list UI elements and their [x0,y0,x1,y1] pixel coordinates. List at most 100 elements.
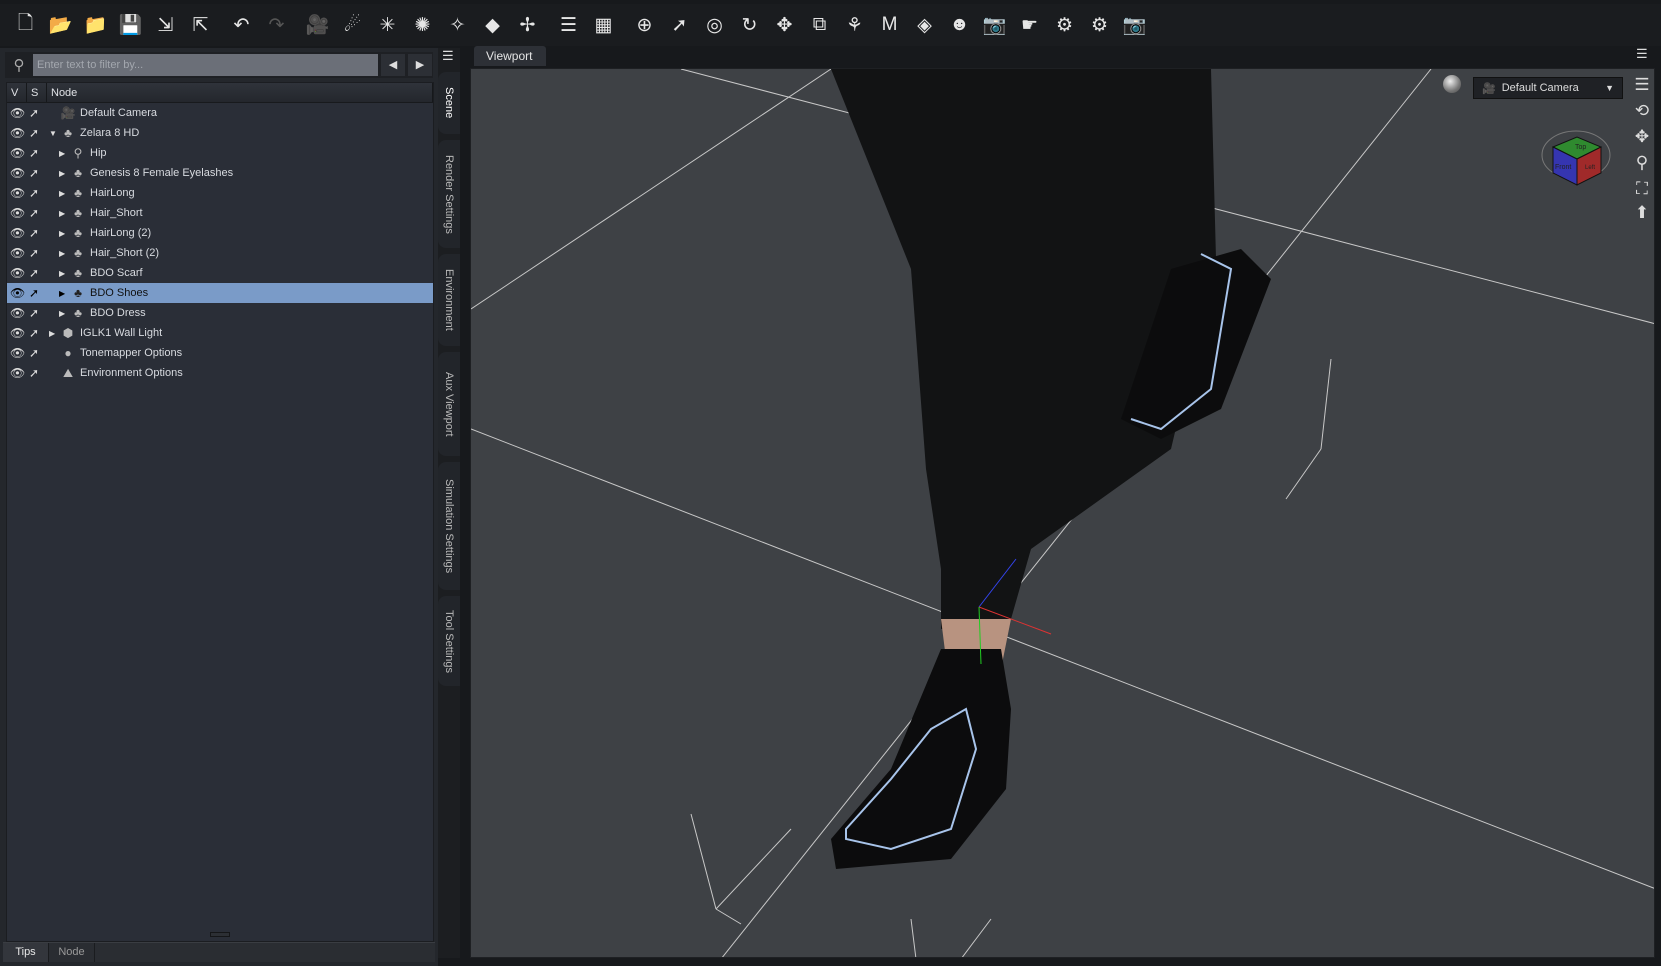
previous-button[interactable]: ◀ [381,54,405,76]
selectable-arrow-icon[interactable]: ➚ [29,166,49,180]
visibility-eye-icon[interactable]: 👁 [7,326,29,340]
tree-row[interactable]: 👁 ➚ ▶ ♣ BDO Dress [7,303,433,323]
expander-expanded-icon[interactable]: ▼ [49,129,59,138]
search-icon[interactable]: ⚲ [5,56,33,74]
grid-icon[interactable]: ▦ [586,8,621,42]
viewport-menu-icon[interactable]: ☰ [1631,75,1653,97]
export-icon[interactable]: ⇱ [183,8,218,42]
visibility-eye-icon[interactable]: 👁 [7,206,29,220]
selectable-arrow-icon[interactable]: ➚ [29,126,49,140]
selectable-arrow-icon[interactable]: ➚ [29,226,49,240]
spot-light-icon[interactable]: ✳ [370,8,405,42]
visibility-eye-icon[interactable]: 👁 [7,226,29,240]
visibility-eye-icon[interactable]: 👁 [7,186,29,200]
tree-row[interactable]: 👁 ➚ ▶ ⬢ IGLK1 Wall Light [7,323,433,343]
tab-tips[interactable]: Tips [3,943,49,962]
tab-simulation-settings[interactable]: Simulation Settings [438,462,460,590]
tab-environment[interactable]: Environment [438,254,460,346]
viewport[interactable]: 🎥 Default Camera ▼ ☰ ⟲ ✥ ⚲ ⛶ ⬆ Top Front L… [470,68,1655,958]
selectable-arrow-icon[interactable]: ➚ [29,346,49,360]
import-icon[interactable]: ⇲ [148,8,183,42]
tree-row[interactable]: 👁 ➚ ▶ ♣ Hair_Short [7,203,433,223]
save-icon[interactable]: 💾 [113,8,148,42]
selectable-arrow-icon[interactable]: ➚ [29,146,49,160]
next-button[interactable]: ▶ [408,54,432,76]
expander-collapsed-icon[interactable]: ▶ [59,249,69,258]
pan-icon[interactable]: ✥ [1631,127,1653,149]
visibility-eye-icon[interactable]: 👁 [7,266,29,280]
selectable-arrow-icon[interactable]: ➚ [29,206,49,220]
figure-icon[interactable]: ☻ [942,8,977,42]
expander-collapsed-icon[interactable]: ▶ [59,189,69,198]
new-file-icon[interactable]: 🗋 [8,8,43,42]
expander-collapsed-icon[interactable]: ▶ [59,169,69,178]
node-select-icon[interactable]: ➚ [662,8,697,42]
pane-menu-icon[interactable]: ☰ [442,48,454,64]
morph-icon[interactable]: M [872,8,907,42]
translate-icon[interactable]: ✥ [767,8,802,42]
tree-row[interactable]: 👁 ➚ 🎥 Default Camera [7,103,433,123]
tree-row[interactable]: 👁 ➚ ● Tonemapper Options [7,343,433,363]
selectable-arrow-icon[interactable]: ➚ [29,106,49,120]
frame-icon[interactable]: ⛶ [1631,179,1653,201]
tree-row[interactable]: 👁 ➚ ⛰ Environment Options [7,363,433,383]
tree-row[interactable]: 👁 ➚ ▶ ♣ HairLong [7,183,433,203]
filter-input[interactable] [33,54,378,76]
expander-collapsed-icon[interactable]: ▶ [59,269,69,278]
point-light-icon[interactable]: ✺ [405,8,440,42]
tree-row[interactable]: 👁 ➚ ▶ ⚲ Hip [7,143,433,163]
visibility-eye-icon[interactable]: 👁 [7,106,29,120]
tree-row[interactable]: 👁 ➚ ▼ ♣ Zelara 8 HD [7,123,433,143]
expander-collapsed-icon[interactable]: ▶ [59,229,69,238]
selectable-arrow-icon[interactable]: ➚ [29,186,49,200]
undo-icon[interactable]: ↶ [224,8,259,42]
tree-row[interactable]: 👁 ➚ ▶ ♣ BDO Scarf [7,263,433,283]
scale-icon[interactable]: ⧉ [802,8,837,42]
expander-collapsed-icon[interactable]: ▶ [59,209,69,218]
draw-style-icon[interactable] [1443,75,1461,93]
viewport-pane-menu-icon[interactable]: ☰ [1636,46,1648,62]
expander-collapsed-icon[interactable]: ▶ [49,329,59,338]
column-selectable[interactable]: S [27,83,47,102]
visibility-eye-icon[interactable]: 👁 [7,246,29,260]
column-node[interactable]: Node [47,83,433,102]
linear-light-icon[interactable]: ✧ [440,8,475,42]
tab-tool-settings[interactable]: Tool Settings [438,596,460,686]
column-visible[interactable]: V [7,83,27,102]
rotate-icon[interactable]: ↻ [732,8,767,42]
open-icon[interactable]: 📂 [43,8,78,42]
visibility-eye-icon[interactable]: 👁 [7,146,29,160]
tree-row[interactable]: 👁 ➚ ▶ ♣ Hair_Short (2) [7,243,433,263]
reset-view-icon[interactable]: ⬆ [1631,203,1653,225]
render-icon[interactable]: ⚙ [1082,8,1117,42]
expander-collapsed-icon[interactable]: ▶ [59,289,69,298]
resize-handle[interactable] [210,932,230,937]
primitive-icon[interactable]: ◆ [475,8,510,42]
tree-row[interactable]: 👁 ➚ ▶ ♣ BDO Shoes [7,283,433,303]
selectable-arrow-icon[interactable]: ➚ [29,326,49,340]
tab-render-settings[interactable]: Render Settings [438,140,460,248]
zoom-icon[interactable]: ⚲ [1631,153,1653,175]
visibility-eye-icon[interactable]: 👁 [7,306,29,320]
distant-light-icon[interactable]: ☄ [335,8,370,42]
visibility-eye-icon[interactable]: 👁 [7,286,29,300]
active-pose-icon[interactable]: ☛ [1012,8,1047,42]
orbit-icon[interactable]: ⟲ [1631,101,1653,123]
expander-collapsed-icon[interactable]: ▶ [59,309,69,318]
open-folder-icon[interactable]: 📁 [78,8,113,42]
redo-icon[interactable]: ↷ [259,8,294,42]
tab-scene[interactable]: Scene [438,72,460,134]
tab-viewport[interactable]: Viewport [474,46,546,66]
rotate-tool-icon[interactable]: ◎ [697,8,732,42]
tab-aux-viewport[interactable]: Aux Viewport [438,352,460,456]
expander-collapsed-icon[interactable]: ▶ [59,149,69,158]
visibility-eye-icon[interactable]: 👁 [7,366,29,380]
selectable-arrow-icon[interactable]: ➚ [29,286,49,300]
visibility-eye-icon[interactable]: 👁 [7,346,29,360]
render-settings-icon[interactable]: ⚙ [1047,8,1082,42]
visibility-eye-icon[interactable]: 👁 [7,126,29,140]
tree-row[interactable]: 👁 ➚ ▶ ♣ Genesis 8 Female Eyelashes [7,163,433,183]
tab-node[interactable]: Node [49,943,95,962]
camera-settings-icon[interactable]: 📷 [977,8,1012,42]
view-cube[interactable]: Top Front Left [1541,119,1611,189]
